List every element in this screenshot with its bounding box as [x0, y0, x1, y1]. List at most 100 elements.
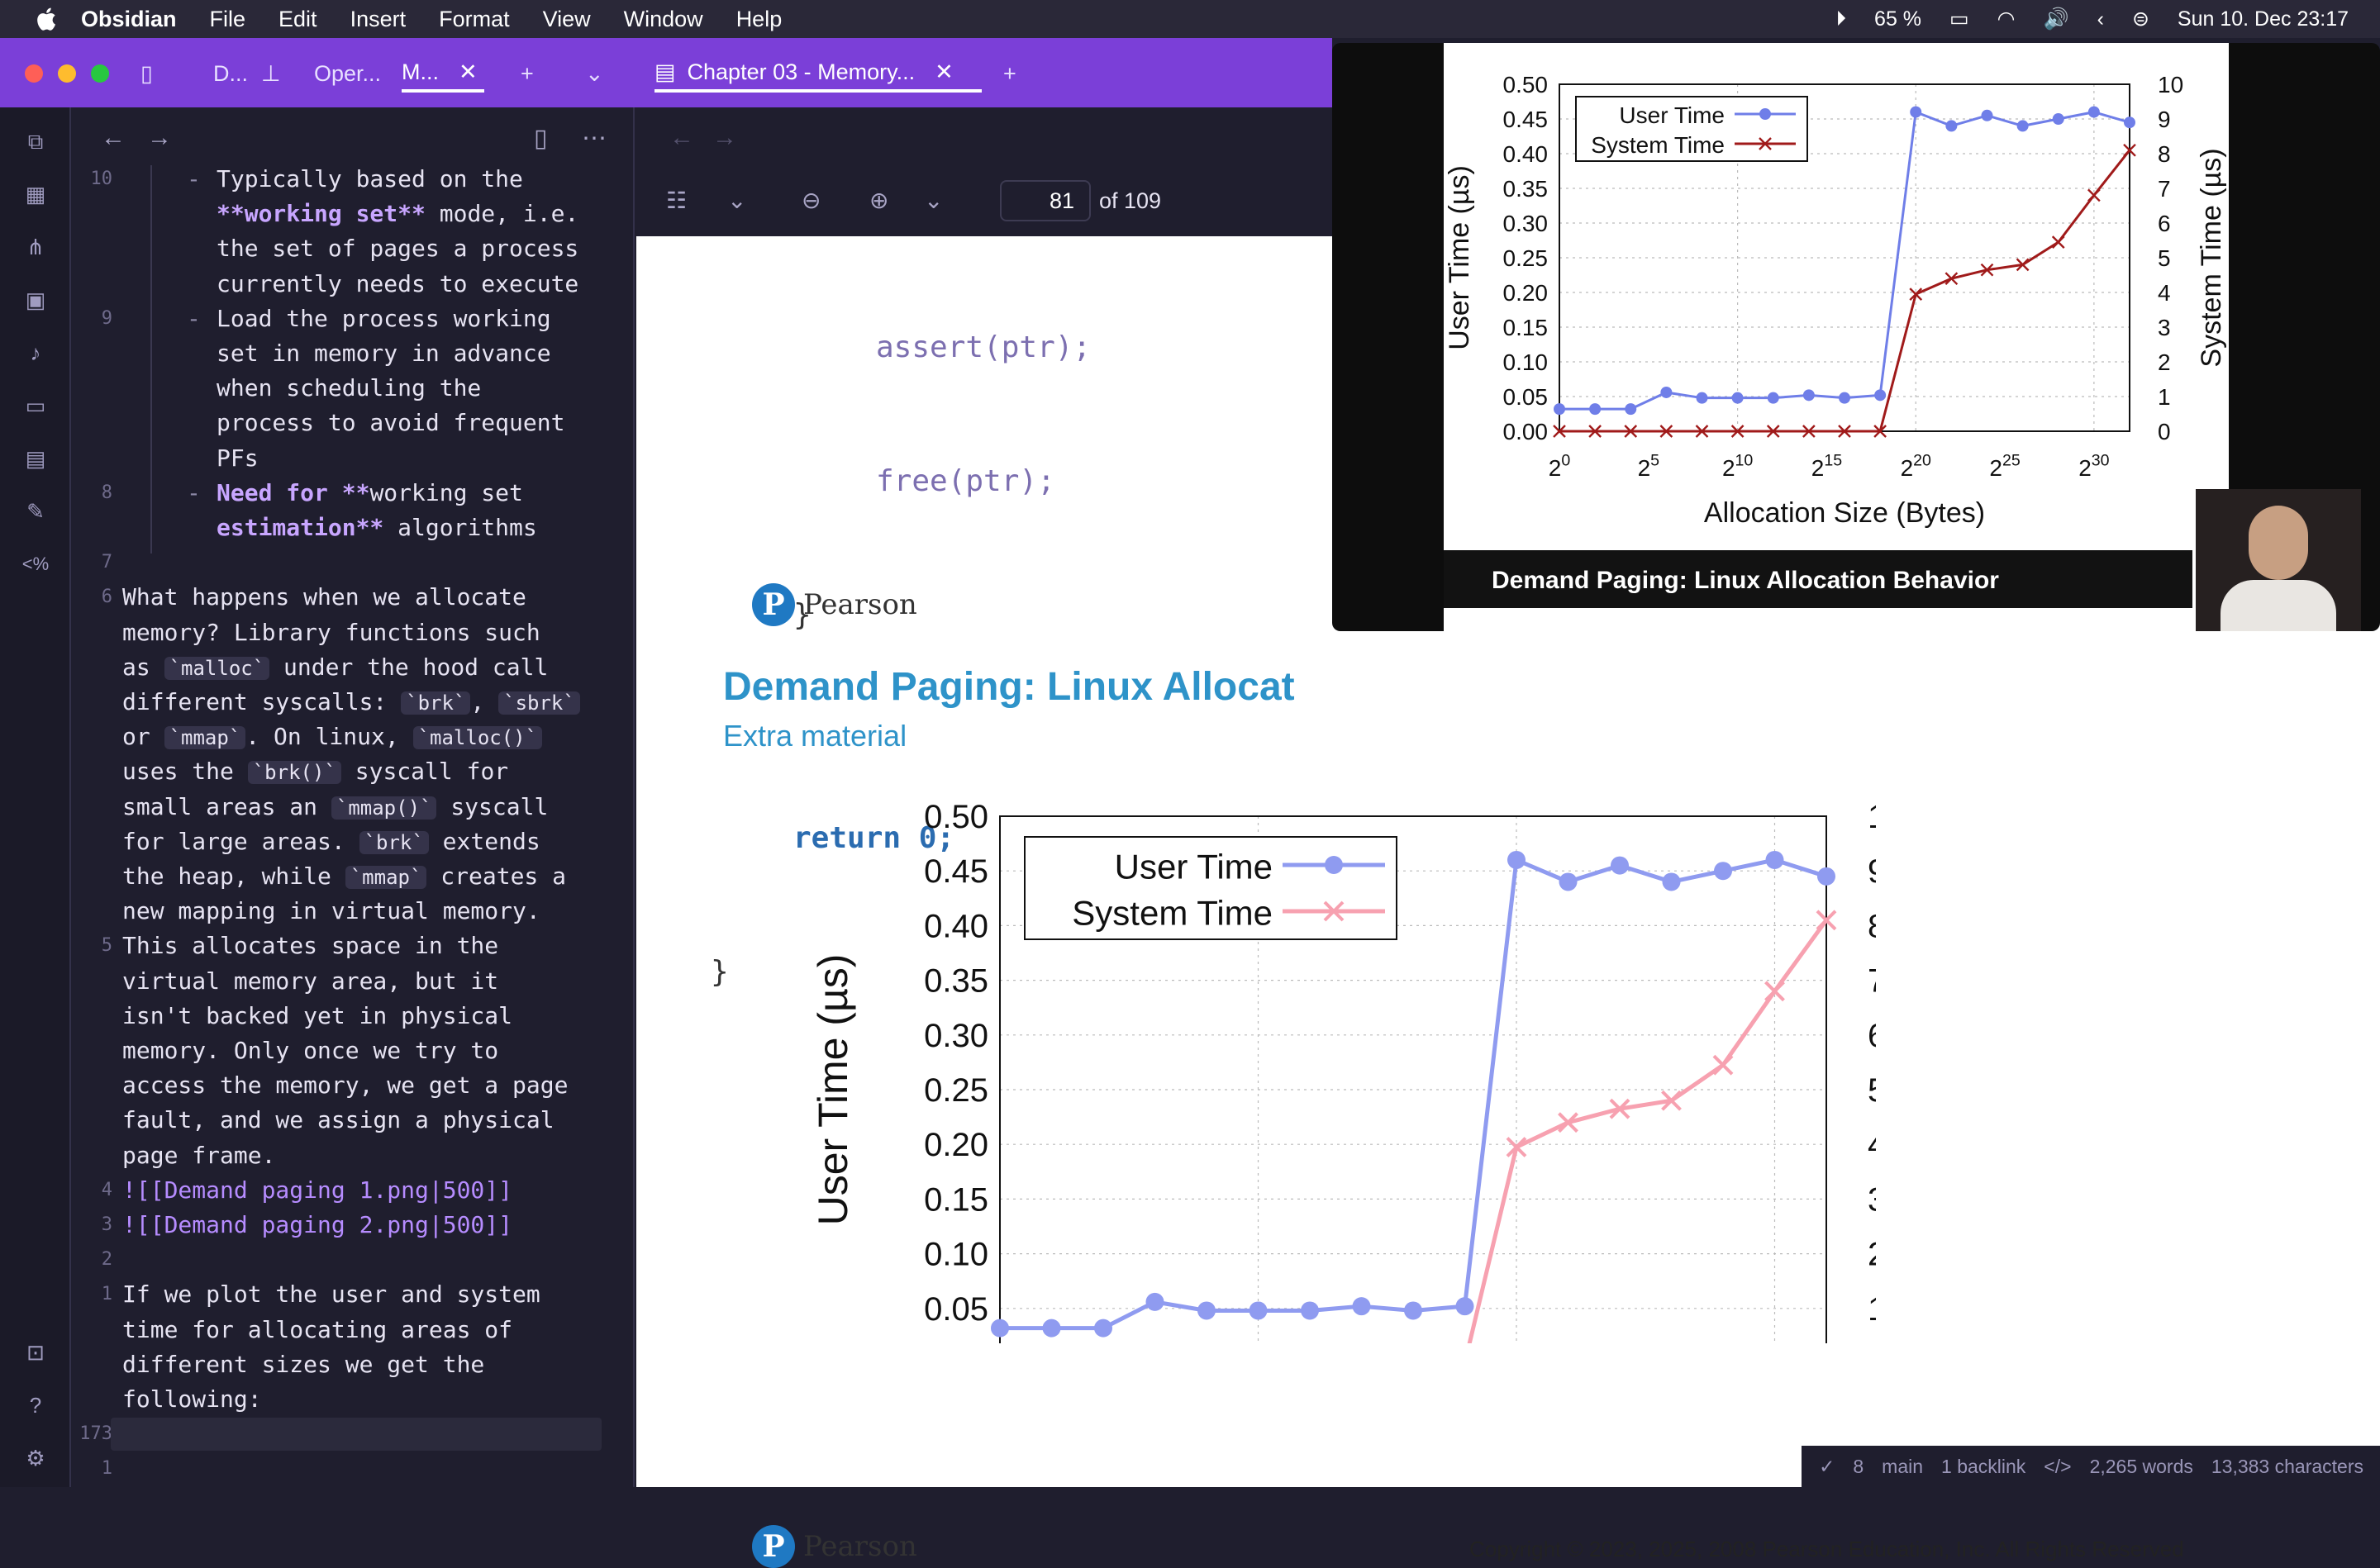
zoom-out-icon[interactable]: ⊖ — [802, 187, 821, 214]
zoom-window-button[interactable] — [91, 64, 109, 83]
play-icon[interactable]: ⏵ — [1836, 7, 1847, 31]
sidebar-thumbnails-icon[interactable]: ☷ — [666, 187, 687, 214]
tab-2[interactable]: Oper... — [314, 55, 381, 93]
editor-line[interactable]: different sizes we get the — [122, 1347, 484, 1382]
pen-icon[interactable]: ✎ — [21, 497, 50, 525]
editor-line[interactable]: page frame. — [122, 1138, 275, 1173]
menu-insert[interactable]: Insert — [350, 7, 407, 32]
table-icon[interactable]: ▤ — [21, 444, 50, 473]
minimize-window-button[interactable] — [58, 64, 76, 83]
control-center-icon[interactable]: ⊜ — [2132, 7, 2149, 31]
apple-icon[interactable] — [33, 6, 58, 32]
editor-line[interactable]: estimation** algorithms — [217, 511, 537, 545]
wifi-icon[interactable]: ◠ — [1997, 7, 2016, 31]
chevron-left-icon[interactable]: ‹ — [2097, 7, 2104, 31]
help-icon[interactable]: ? — [21, 1391, 50, 1419]
calendar-icon[interactable]: ▦ — [21, 180, 50, 208]
menu-help[interactable]: Help — [736, 7, 783, 32]
status-words[interactable]: 2,265 words — [2090, 1456, 2193, 1478]
tab-3[interactable]: M...✕ — [402, 55, 484, 93]
sidebar-toggle-icon[interactable]: ▯ — [140, 55, 153, 93]
editor-line[interactable]: **working set** mode, i.e. — [217, 197, 578, 231]
tab-1[interactable]: D... — [213, 55, 248, 93]
editor-line[interactable]: process to avoid frequent — [217, 406, 564, 440]
editor-line[interactable]: Typically based on the — [217, 162, 523, 197]
editor-line[interactable]: memory? Library functions such — [122, 615, 540, 650]
close-icon[interactable]: ✕ — [935, 59, 954, 85]
editor-line[interactable]: different syscalls: `brk`, `sbrk` — [122, 685, 580, 720]
menu-file[interactable]: File — [210, 7, 246, 32]
editor-line[interactable]: the set of pages a process — [217, 231, 578, 266]
editor-line[interactable]: access the memory, we get a page — [122, 1068, 568, 1103]
editor-line[interactable]: time for allocating areas of — [122, 1313, 512, 1347]
editor-line[interactable]: ![[Demand paging 1.png|500]] — [122, 1173, 512, 1208]
editor-line[interactable]: fault, and we assign a physical — [122, 1103, 555, 1138]
menu-edit[interactable]: Edit — [278, 7, 317, 32]
editor-line[interactable]: This allocates space in the — [122, 929, 498, 963]
new-tab-icon[interactable]: + — [521, 55, 534, 93]
editor-line[interactable]: for large areas. `brk` extends — [122, 824, 540, 860]
settings-icon[interactable]: ⚙ — [21, 1444, 50, 1472]
close-icon[interactable]: ✕ — [459, 59, 478, 85]
editor-line[interactable]: Load the process working — [217, 302, 551, 336]
pip-video[interactable]: 0.000.050.100.150.200.250.300.350.400.45… — [1332, 43, 2380, 631]
forward-icon[interactable]: → — [712, 124, 737, 152]
back-icon[interactable]: ← — [669, 124, 694, 152]
editor-line[interactable]: virtual memory area, but it — [122, 964, 498, 999]
editor-line[interactable]: memory. Only once we try to — [122, 1033, 498, 1068]
reading-view-icon[interactable]: ▯ — [534, 124, 548, 153]
editor-line[interactable]: set in memory in advance — [217, 336, 551, 371]
graph-icon[interactable]: ⋔ — [21, 233, 50, 261]
editor-line[interactable]: following: — [122, 1382, 262, 1417]
chevron-down-icon[interactable]: ⌄ — [924, 187, 943, 214]
switcher-icon[interactable]: ⧉ — [21, 127, 50, 155]
status-characters[interactable]: 13,383 characters — [2211, 1456, 2363, 1478]
y-tick-label: 0.20 — [924, 1127, 988, 1163]
status-backlinks[interactable]: 1 backlink — [1941, 1456, 2025, 1478]
menu-window[interactable]: Window — [624, 7, 703, 32]
close-window-button[interactable] — [25, 64, 43, 83]
more-options-icon[interactable]: ⋯ — [582, 124, 607, 153]
canvas-icon[interactable]: ▣ — [21, 286, 50, 314]
presenter-face — [2249, 506, 2308, 580]
vault-icon[interactable]: ⊡ — [21, 1338, 50, 1366]
menu-view[interactable]: View — [543, 7, 591, 32]
menu-app[interactable]: Obsidian — [81, 7, 177, 32]
clock[interactable]: Sun 10. Dec 23:17 — [2178, 7, 2349, 31]
editor-line[interactable]: isn't backed yet in physical — [122, 999, 512, 1033]
editor-line[interactable]: or `mmap`. On linux, `malloc()` — [122, 720, 542, 755]
status-branch[interactable]: main — [1882, 1456, 1923, 1478]
editor-line[interactable]: Need for **working set — [217, 476, 523, 511]
editor-line[interactable]: currently needs to execute — [217, 267, 578, 302]
page-number-input[interactable]: 81 — [1000, 180, 1091, 221]
battery-icon[interactable]: ▭ — [1949, 7, 1969, 31]
battery-text[interactable]: 65 % — [1874, 7, 1921, 31]
volume-icon[interactable]: 🔊 — [2043, 7, 2068, 31]
editor-line[interactable]: uses the `brk()` syscall for — [122, 754, 508, 790]
editor-line[interactable]: ![[Demand paging 2.png|500]] — [122, 1208, 512, 1243]
editor-line[interactable]: new mapping in virtual memory. — [122, 894, 540, 929]
editor-line[interactable]: when scheduling the — [217, 371, 481, 406]
editor-line[interactable]: PFs — [217, 441, 259, 476]
template-icon[interactable]: ▭ — [21, 392, 50, 420]
sync-icon[interactable]: ✓ — [1819, 1456, 1835, 1478]
editor-line[interactable]: What happens when we allocate — [122, 580, 526, 615]
pin-icon[interactable]: ⊥ — [261, 55, 281, 93]
editor-line[interactable]: the heap, while `mmap` creates a — [122, 859, 566, 895]
mic-icon[interactable]: ♪ — [21, 339, 50, 367]
templater-icon[interactable]: <% — [21, 550, 50, 578]
back-icon[interactable]: ← — [101, 124, 126, 152]
code-icon[interactable]: </> — [2044, 1456, 2071, 1478]
tab-pdf[interactable]: ▤Chapter 03 - Memory...✕ — [654, 55, 982, 93]
chevron-down-icon[interactable]: ⌄ — [727, 187, 746, 214]
editor-line[interactable]: small areas an `mmap()` syscall — [122, 790, 548, 825]
menu-format[interactable]: Format — [439, 7, 510, 32]
new-tab-icon[interactable]: + — [1003, 55, 1016, 93]
forward-icon[interactable]: → — [147, 124, 172, 152]
chevron-down-icon[interactable]: ⌄ — [585, 55, 604, 93]
status-count[interactable]: 8 — [1853, 1456, 1864, 1478]
zoom-in-icon[interactable]: ⊕ — [869, 187, 888, 214]
markdown-editor[interactable]: ← → ▯ ⋯ 10-Typically based on the**worki… — [71, 107, 635, 1487]
editor-line[interactable]: as `malloc` under the hood call — [122, 650, 548, 686]
editor-line[interactable]: If we plot the user and system — [122, 1277, 540, 1312]
